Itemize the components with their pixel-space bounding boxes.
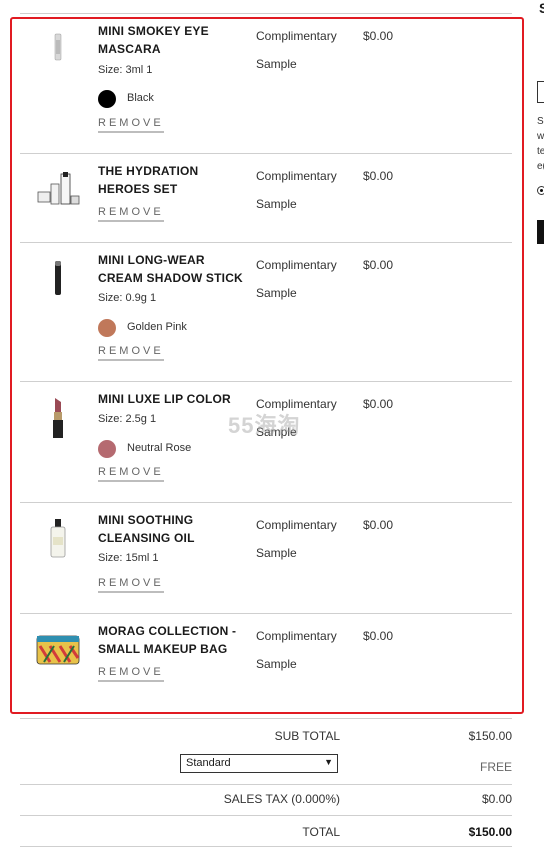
shade-name: Neutral Rose [127, 442, 192, 454]
item-size: Size: 3ml 1 [98, 64, 153, 76]
side-panel-text: e( [537, 161, 544, 172]
item-description: Complimentary [256, 518, 337, 532]
cart-item-cleansing-oil: MINI SOOTHING CLEANSING OIL Size: 15ml 1… [20, 503, 512, 614]
item-name: MORAG COLLECTION - SMALL MAKEUP BAG [98, 624, 237, 656]
remove-button[interactable]: REMOVE [98, 577, 164, 593]
item-name: MINI LUXE LIP COLOR [98, 392, 231, 406]
total-label: TOTAL [302, 825, 340, 839]
cart-item-shadow-stick: MINI LONG-WEAR CREAM SHADOW STICK Size: … [20, 243, 512, 382]
subtotal-row: SUB TOTAL $150.00 [20, 729, 512, 745]
item-price: $0.00 [363, 29, 394, 43]
summary-divider [20, 718, 512, 719]
mascara-icon [54, 33, 62, 61]
item-description-sample: Sample [256, 197, 297, 211]
item-name: THE HYDRATION HEROES SET [98, 164, 199, 196]
side-panel-text: te [537, 146, 544, 157]
cart-item-lip-color: MINI LUXE LIP COLOR Size: 2.5g 1 Neutral… [20, 382, 512, 503]
shade-swatch [98, 90, 116, 108]
subtotal-value: $150.00 [468, 729, 512, 743]
item-name: MINI SOOTHING CLEANSING OIL [98, 513, 195, 545]
remove-button[interactable]: REMOVE [98, 466, 164, 482]
item-size: Size: 0.9g 1 [98, 292, 157, 304]
shade-swatch [98, 319, 116, 337]
makeup-bag-icon [36, 635, 80, 665]
item-description: Complimentary [256, 29, 337, 43]
remove-button[interactable]: REMOVE [98, 117, 164, 133]
item-description: Complimentary [256, 169, 337, 183]
watermark: 55海淘 [228, 413, 301, 438]
total-value: $150.00 [468, 825, 512, 839]
tax-label: SALES TAX (0.000%) [223, 792, 340, 806]
side-panel-button[interactable] [537, 220, 544, 244]
item-name: MINI SMOKEY EYE MASCARA [98, 24, 209, 56]
cart-item-mascara: MINI SMOKEY EYE MASCARA Size: 3ml 1 Blac… [20, 14, 512, 154]
shipping-row: FREE [20, 760, 512, 776]
cleansing-oil-icon [50, 519, 66, 558]
item-name: MINI LONG-WEAR CREAM SHADOW STICK [98, 253, 243, 285]
remove-button[interactable]: REMOVE [98, 206, 164, 222]
item-price: $0.00 [363, 397, 394, 411]
item-price: $0.00 [363, 169, 394, 183]
lipstick-icon [53, 398, 63, 438]
shade-name: Black [127, 92, 154, 104]
item-price: $0.00 [363, 258, 394, 272]
shade-swatch [98, 440, 116, 458]
shade-name: Golden Pink [127, 321, 187, 333]
item-description-sample: Sample [256, 546, 297, 560]
item-size: Size: 15ml 1 [98, 552, 159, 564]
item-price: $0.00 [363, 629, 394, 643]
skincare-set-icon [37, 172, 80, 205]
total-row: TOTAL $150.00 [20, 825, 512, 841]
cart-item-makeup-bag: MORAG COLLECTION - SMALL MAKEUP BAG REMO… [20, 614, 512, 714]
side-panel-text: Sl [537, 116, 544, 127]
side-panel-text: w [537, 131, 544, 142]
side-panel-heading: S [539, 0, 544, 16]
subtotal-label: SUB TOTAL [274, 729, 340, 743]
item-description-sample: Sample [256, 57, 297, 71]
summary-divider [20, 815, 512, 816]
item-description-sample: Sample [256, 286, 297, 300]
cart-item-hydration-set: THE HYDRATION HEROES SET REMOVE Complime… [20, 154, 512, 243]
shadow-stick-icon [55, 261, 61, 295]
item-price: $0.00 [363, 518, 394, 532]
shipping-value: FREE [479, 760, 512, 774]
summary-divider [20, 784, 512, 785]
summary-divider [20, 846, 512, 847]
remove-button[interactable]: REMOVE [98, 666, 164, 682]
item-description-sample: Sample [256, 657, 297, 671]
tax-row: SALES TAX (0.000%) $0.00 [20, 792, 512, 808]
item-description: Complimentary [256, 258, 337, 272]
tax-value: $0.00 [481, 792, 512, 806]
item-description: Complimentary [256, 629, 337, 643]
side-panel-radio[interactable] [537, 186, 544, 195]
remove-button[interactable]: REMOVE [98, 345, 164, 361]
item-size: Size: 2.5g 1 [98, 413, 157, 425]
side-panel-input[interactable] [537, 81, 544, 103]
